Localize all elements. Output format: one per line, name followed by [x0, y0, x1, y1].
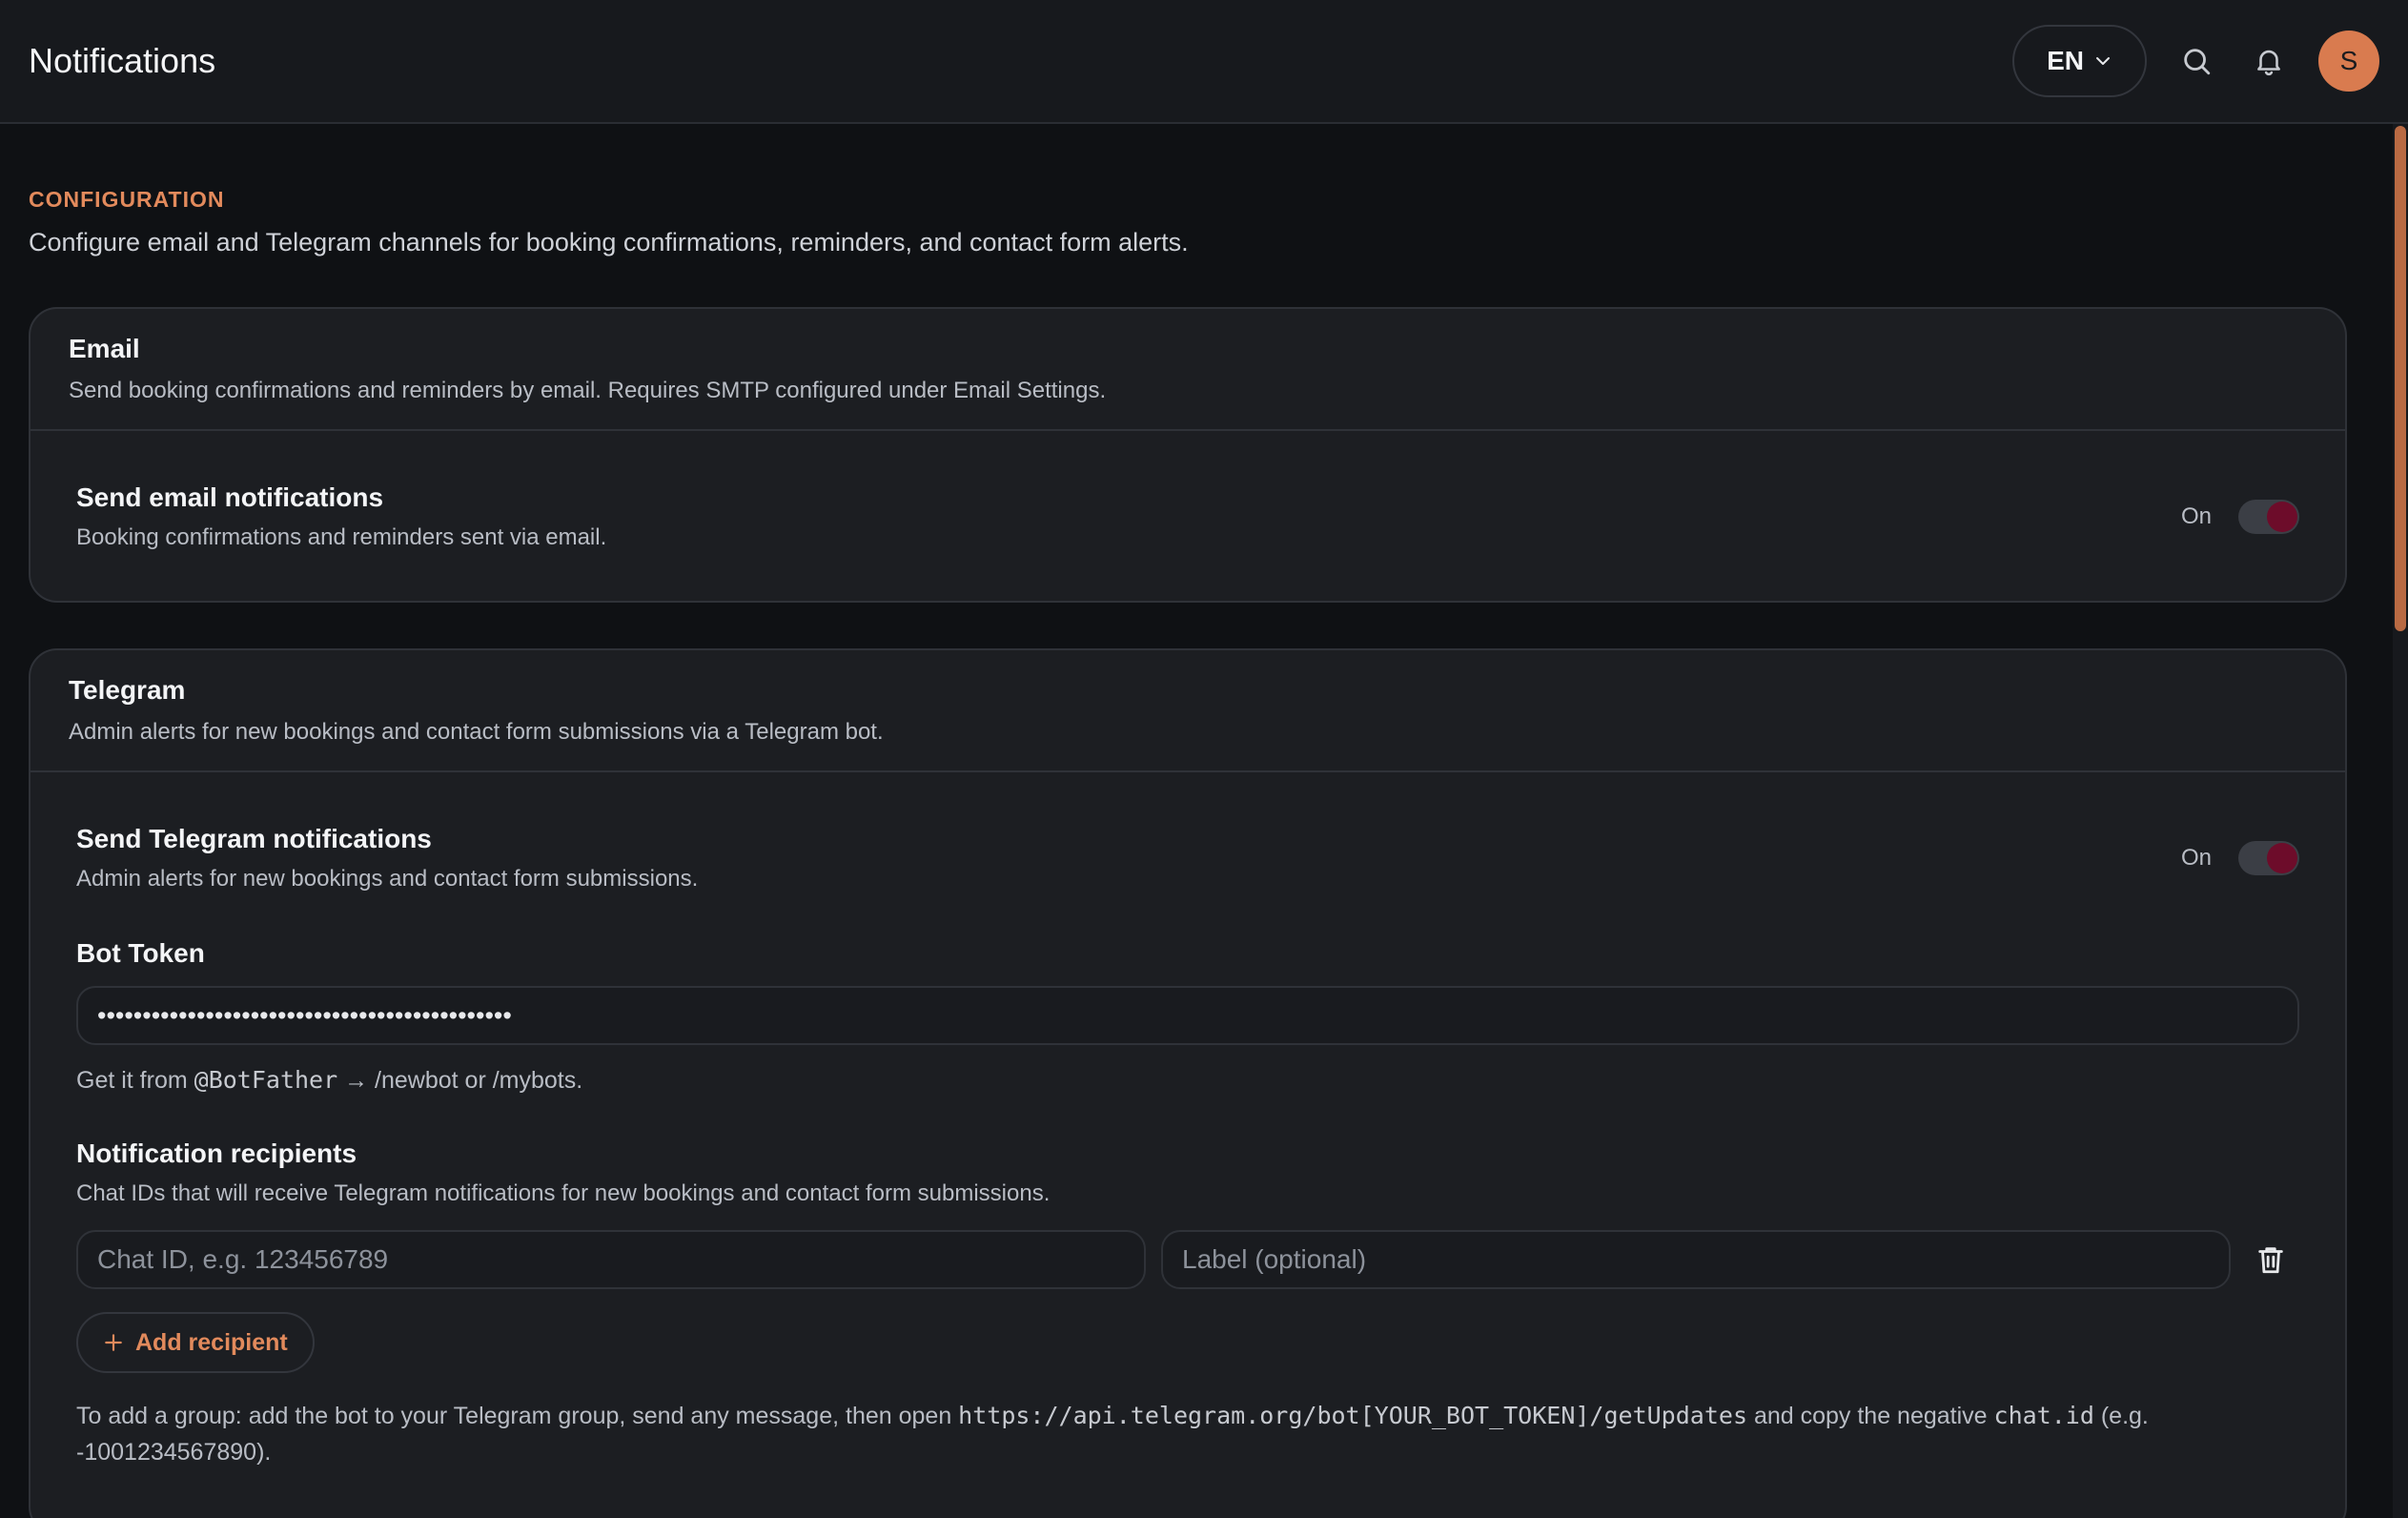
- botfather-code: @BotFather: [194, 1066, 338, 1094]
- email-card-header: Email Send booking confirmations and rem…: [31, 309, 2345, 431]
- trash-icon: [2258, 1247, 2283, 1274]
- email-notifications-toggle[interactable]: [2238, 500, 2299, 534]
- main-content: CONFIGURATION Configure email and Telegr…: [29, 124, 2347, 257]
- group-help-text: To add a group: add the bot to your Tele…: [76, 1398, 2278, 1470]
- bell-icon: [2257, 50, 2280, 76]
- recipient-row: [76, 1230, 2299, 1289]
- add-recipient-button[interactable]: Add recipient: [76, 1312, 315, 1373]
- get-updates-url-code: https://api.telegram.org/bot[YOUR_BOT_TO…: [958, 1402, 1747, 1429]
- telegram-notifications-row: Send Telegram notifications Admin alerts…: [31, 772, 2345, 944]
- telegram-setting-subtitle: Admin alerts for new bookings and contac…: [76, 866, 699, 892]
- group-help-middle: and copy the negative: [1747, 1403, 1994, 1429]
- plus-icon: [105, 1334, 122, 1351]
- top-bar: Notifications EN S: [0, 0, 2408, 124]
- recipient-label-input[interactable]: [1161, 1230, 2231, 1289]
- telegram-setting-text: Send Telegram notifications Admin alerts…: [76, 824, 698, 892]
- language-selector[interactable]: EN: [2012, 25, 2147, 97]
- section-eyebrow: CONFIGURATION: [29, 187, 225, 212]
- email-toggle-state: On: [2180, 503, 2212, 529]
- section-description: Configure email and Telegram channels fo…: [29, 228, 1189, 256]
- email-setting-title: Send email notifications: [76, 482, 384, 512]
- email-card-title: Email: [69, 334, 140, 363]
- bot-token-value: ••••••••••••••••••••••••••••••••••••••••…: [97, 1000, 512, 1030]
- telegram-toggle-state: On: [2180, 845, 2212, 871]
- recipients-group: Notification recipients Chat IDs that wi…: [76, 1138, 2299, 1470]
- email-card-subtitle: Send booking confirmations and reminders…: [69, 378, 1107, 403]
- telegram-notifications-toggle[interactable]: [2238, 841, 2299, 875]
- telegram-card: Telegram Admin alerts for new bookings a…: [29, 648, 2347, 1518]
- telegram-card-header: Telegram Admin alerts for new bookings a…: [31, 650, 2345, 772]
- email-setting-subtitle: Booking confirmations and reminders sent…: [76, 524, 607, 550]
- bot-token-help-suffix: → /newbot or /mybots.: [337, 1067, 583, 1094]
- search-icon: [2184, 49, 2211, 75]
- email-toggle-wrap: On: [2181, 500, 2299, 534]
- chat-id-input[interactable]: [76, 1230, 1146, 1289]
- telegram-setting-title: Send Telegram notifications: [76, 824, 432, 853]
- telegram-toggle-wrap: On: [2181, 841, 2299, 875]
- email-card: Email Send booking confirmations and rem…: [29, 307, 2347, 603]
- telegram-card-subtitle: Admin alerts for new bookings and contac…: [69, 719, 884, 745]
- remove-recipient-button[interactable]: [2246, 1235, 2296, 1284]
- search-button[interactable]: [2173, 38, 2219, 84]
- group-help-prefix: To add a group: add the bot to your Tele…: [76, 1403, 959, 1429]
- recipients-subtitle: Chat IDs that will receive Telegram noti…: [76, 1180, 1051, 1206]
- page-title: Notifications: [29, 41, 216, 80]
- bot-token-group: Bot Token ••••••••••••••••••••••••••••••…: [76, 938, 2299, 1095]
- scrollbar-thumb[interactable]: [2395, 126, 2406, 631]
- chevron-down-icon: [2096, 57, 2110, 65]
- app-root: Notifications EN S CONFIGURATION Configu…: [0, 0, 2408, 1518]
- bot-token-help-prefix: Get it from: [76, 1067, 194, 1094]
- language-label: EN: [2047, 46, 2084, 75]
- email-notifications-row: Send email notifications Booking confirm…: [31, 431, 2345, 603]
- add-recipient-label: Add recipient: [135, 1328, 288, 1356]
- notifications-button[interactable]: [2246, 38, 2292, 84]
- chat-id-code: chat.id: [1993, 1402, 2094, 1429]
- bot-token-label: Bot Token: [76, 938, 205, 968]
- bot-token-help: Get it from @BotFather → /newbot or /myb…: [76, 1066, 2299, 1095]
- toggle-knob: [2267, 843, 2297, 873]
- top-actions: EN S: [2012, 25, 2379, 97]
- recipients-title: Notification recipients: [76, 1138, 357, 1168]
- user-avatar[interactable]: S: [2318, 31, 2379, 92]
- telegram-card-title: Telegram: [69, 675, 186, 705]
- email-setting-text: Send email notifications Booking confirm…: [76, 482, 606, 551]
- bot-token-input[interactable]: ••••••••••••••••••••••••••••••••••••••••…: [76, 986, 2299, 1045]
- toggle-knob: [2267, 502, 2297, 532]
